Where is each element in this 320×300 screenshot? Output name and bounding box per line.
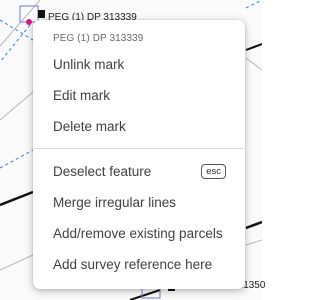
boundary-line bbox=[245, 43, 262, 51]
delete-mark-menu-item[interactable]: Delete mark bbox=[33, 114, 245, 140]
add-survey-reference-menu-item[interactable]: Add survey reference here bbox=[33, 252, 245, 278]
parcel-line bbox=[0, 91, 34, 121]
dashed-boundary-line bbox=[245, 0, 262, 9]
parcel-line bbox=[245, 239, 262, 246]
boundary-line bbox=[0, 190, 34, 207]
merge-irregular-lines-menu-item[interactable]: Merge irregular lines bbox=[33, 190, 245, 216]
unlink-mark-menu-item[interactable]: Unlink mark bbox=[33, 52, 245, 78]
deselect-feature-label: Deselect feature bbox=[53, 164, 152, 179]
dashed-boundary-line bbox=[0, 24, 31, 63]
dashed-boundary-line bbox=[0, 149, 34, 169]
peg-mark-icon[interactable] bbox=[38, 10, 45, 18]
menu-divider bbox=[33, 148, 245, 149]
deselect-feature-menu-item[interactable]: Deselect feature esc bbox=[33, 159, 245, 185]
edit-mark-menu-item[interactable]: Edit mark bbox=[33, 83, 245, 109]
esc-shortcut-badge: esc bbox=[201, 164, 226, 179]
selected-mark-icon[interactable] bbox=[26, 19, 32, 25]
menu-header: PEG (1) DP 313339 bbox=[53, 33, 144, 44]
context-menu: PEG (1) DP 313339 Unlink mark Edit mark … bbox=[33, 20, 245, 289]
boundary-line bbox=[245, 220, 262, 230]
parcel-line bbox=[245, 57, 262, 71]
add-remove-parcels-menu-item[interactable]: Add/remove existing parcels bbox=[33, 221, 245, 247]
parcel-line bbox=[0, 254, 34, 271]
